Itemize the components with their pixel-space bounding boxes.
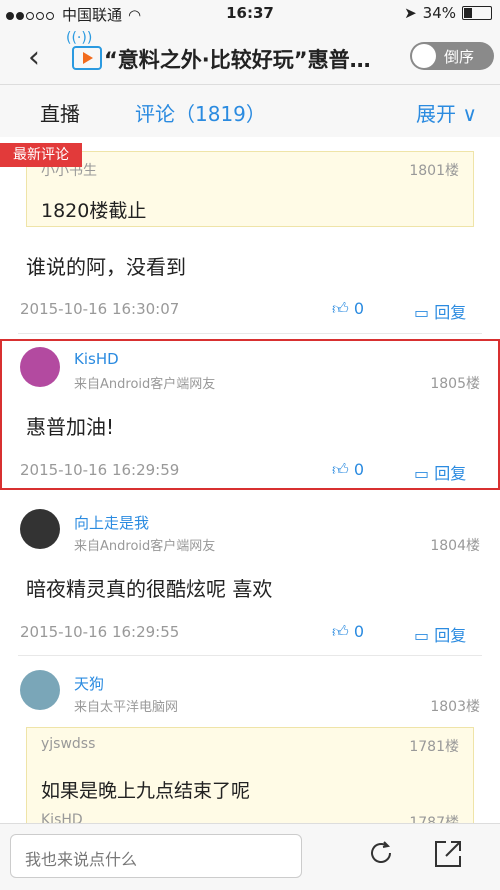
comment-author[interactable]: 天狗 bbox=[74, 673, 104, 694]
broadcast-icon: ((·)) bbox=[66, 30, 93, 46]
tab-bar: 直播 评论（1819） 展开 ∨ bbox=[0, 84, 500, 138]
reply-label: 回复 bbox=[434, 303, 467, 322]
toggle-knob bbox=[412, 44, 436, 68]
reverse-order-toggle[interactable]: 倒序 bbox=[410, 42, 494, 70]
thumbs-up-icon: 👍︎ bbox=[332, 460, 349, 479]
quote-floor: 1781楼 bbox=[409, 739, 459, 755]
comment-time: 2015-10-16 16:29:55 bbox=[20, 623, 180, 641]
like-button[interactable]: 👍︎ 0 bbox=[332, 622, 364, 642]
comment-source: 来自Android客户端网友 bbox=[74, 539, 216, 554]
quote-author: yjswdss bbox=[41, 736, 96, 752]
avatar bbox=[20, 509, 60, 549]
reverse-order-label: 倒序 bbox=[444, 48, 475, 66]
comment-text: 暗夜精灵真的很酷炫呢 喜欢 bbox=[26, 577, 273, 601]
battery-icon bbox=[462, 6, 492, 20]
like-count: 0 bbox=[353, 460, 365, 479]
nested-quote-author: KisHD bbox=[41, 812, 83, 823]
reply-button[interactable]: ▭ 回复 bbox=[414, 460, 466, 484]
divider bbox=[18, 655, 482, 656]
status-bar: 中国联通 ◠ 16:37 ➤ 34% bbox=[0, 0, 500, 28]
comment-floor: 1803楼 bbox=[430, 699, 480, 715]
comment-text: 谁说的阿，没看到 bbox=[26, 255, 186, 279]
like-count: 0 bbox=[353, 299, 365, 318]
tab-live[interactable]: 直播 bbox=[40, 98, 80, 127]
comment-author[interactable]: KisHD bbox=[74, 350, 119, 368]
like-button[interactable]: 👍︎ 0 bbox=[332, 460, 364, 480]
comment-source: 来自Android客户端网友 bbox=[74, 377, 216, 392]
comment-icon: ▭ bbox=[414, 303, 430, 322]
thumbs-up-icon: 👍︎ bbox=[332, 299, 349, 318]
expand-button[interactable]: 展开 ∨ bbox=[416, 98, 477, 127]
quote-text: 1820楼截止 bbox=[41, 200, 147, 222]
back-button[interactable]: ‹ bbox=[28, 40, 40, 75]
quoted-comment: 小小书生 1801楼 1820楼截止 bbox=[26, 151, 474, 227]
quote-text: 如果是晚上九点结束了呢 bbox=[41, 780, 251, 802]
comment-time: 2015-10-16 16:30:07 bbox=[20, 300, 180, 318]
comment-input[interactable]: 我也来说点什么 bbox=[10, 834, 302, 878]
bottom-bar: 我也来说点什么 bbox=[0, 823, 500, 890]
page-title: “意料之外·比较好玩”惠普… bbox=[104, 48, 371, 72]
battery-percent: 34% bbox=[422, 4, 456, 22]
thumbs-up-icon: 👍︎ bbox=[332, 622, 349, 641]
comment-source: 来自太平洋电脑网 bbox=[74, 700, 179, 715]
comment-floor: 1804楼 bbox=[430, 538, 480, 554]
comment-icon: ▭ bbox=[414, 464, 430, 483]
comment-author[interactable]: 向上走是我 bbox=[74, 512, 149, 533]
comment-input-placeholder: 我也来说点什么 bbox=[25, 850, 138, 869]
avatar bbox=[20, 670, 60, 710]
quoted-comment: yjswdss 1781楼 如果是晚上九点结束了呢 KisHD 1787楼 bbox=[26, 727, 474, 823]
latest-comments-badge: 最新评论 bbox=[0, 143, 82, 167]
comment-floor: 1805楼 bbox=[430, 376, 480, 392]
reply-button[interactable]: ▭ 回复 bbox=[414, 622, 466, 646]
tv-icon bbox=[72, 46, 102, 70]
refresh-icon[interactable] bbox=[366, 838, 396, 868]
location-icon: ➤ bbox=[404, 4, 417, 22]
share-icon[interactable] bbox=[432, 838, 464, 870]
reply-label: 回复 bbox=[434, 626, 467, 645]
reply-label: 回复 bbox=[434, 464, 467, 483]
reply-button[interactable]: ▭ 回复 bbox=[414, 299, 466, 323]
nested-quote-floor: 1787楼 bbox=[409, 815, 459, 823]
nav-bar: ‹ ((·)) “意料之外·比较好玩”惠普… 倒序 bbox=[0, 28, 500, 84]
comment-text: 惠普加油! bbox=[26, 415, 115, 439]
like-count: 0 bbox=[353, 622, 365, 641]
comment-time: 2015-10-16 16:29:59 bbox=[20, 461, 180, 479]
comment-list[interactable]: 最新评论 小小书生 1801楼 1820楼截止 谁说的阿，没看到 2015-10… bbox=[0, 137, 500, 823]
tab-comments[interactable]: 评论（1819） bbox=[135, 98, 266, 127]
like-button[interactable]: 👍︎ 0 bbox=[332, 299, 364, 319]
divider bbox=[18, 333, 482, 334]
comment-icon: ▭ bbox=[414, 626, 430, 645]
quote-floor: 1801楼 bbox=[409, 163, 459, 179]
avatar bbox=[20, 347, 60, 387]
